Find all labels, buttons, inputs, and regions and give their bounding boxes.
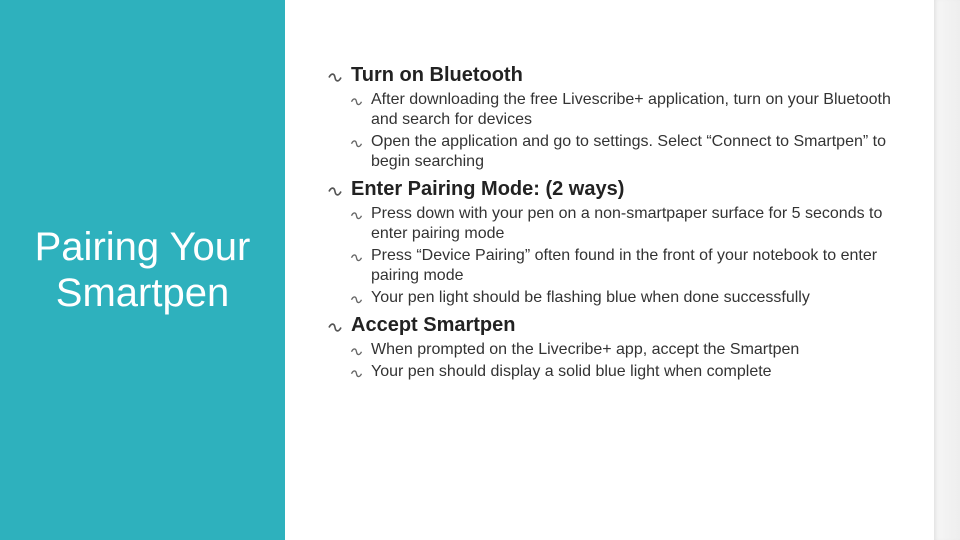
list-item-text: When prompted on the Livecribe+ app, acc…: [371, 340, 799, 360]
list-item: After downloading the free Livescribe+ a…: [347, 90, 912, 130]
heading-accept: Accept Smartpen: [325, 314, 912, 338]
title-panel: Pairing Your Smartpen: [0, 0, 285, 540]
heading-text: Turn on Bluetooth: [351, 64, 523, 87]
heading-text: Enter Pairing Mode: (2 ways): [351, 178, 624, 201]
bullet-icon: [325, 314, 345, 338]
list-item: Your pen light should be flashing blue w…: [347, 288, 912, 308]
slide-title: Pairing Your Smartpen: [8, 224, 277, 316]
list-item-text: Press down with your pen on a non-smartp…: [371, 204, 912, 244]
sub-bullet-icon: [347, 204, 365, 224]
section-bluetooth: Turn on Bluetooth After downloading the …: [325, 64, 912, 172]
heading-text: Accept Smartpen: [351, 314, 516, 337]
bullet-icon: [325, 64, 345, 88]
sub-bullet-icon: [347, 90, 365, 110]
slide: Pairing Your Smartpen Turn on Bluetooth …: [0, 0, 960, 540]
bullet-icon: [325, 178, 345, 202]
list-item-text: After downloading the free Livescribe+ a…: [371, 90, 912, 130]
heading-pairing: Enter Pairing Mode: (2 ways): [325, 178, 912, 202]
sub-bullet-icon: [347, 246, 365, 266]
list-item-text: Press “Device Pairing” often found in th…: [371, 246, 912, 286]
sub-bullet-icon: [347, 132, 365, 152]
list-item: When prompted on the Livecribe+ app, acc…: [347, 340, 912, 360]
heading-bluetooth: Turn on Bluetooth: [325, 64, 912, 88]
sub-bullet-icon: [347, 288, 365, 308]
content-panel: Turn on Bluetooth After downloading the …: [285, 0, 960, 540]
section-pairing: Enter Pairing Mode: (2 ways) Press down …: [325, 178, 912, 308]
sub-bullet-icon: [347, 362, 365, 382]
list-item-text: Open the application and go to settings.…: [371, 132, 912, 172]
right-shadow-strip: [934, 0, 960, 540]
list-item: Open the application and go to settings.…: [347, 132, 912, 172]
sub-bullet-icon: [347, 340, 365, 360]
list-item-text: Your pen should display a solid blue lig…: [371, 362, 772, 382]
list-item-text: Your pen light should be flashing blue w…: [371, 288, 810, 308]
list-item: Your pen should display a solid blue lig…: [347, 362, 912, 382]
list-item: Press down with your pen on a non-smartp…: [347, 204, 912, 244]
section-accept: Accept Smartpen When prompted on the Liv…: [325, 314, 912, 382]
list-item: Press “Device Pairing” often found in th…: [347, 246, 912, 286]
